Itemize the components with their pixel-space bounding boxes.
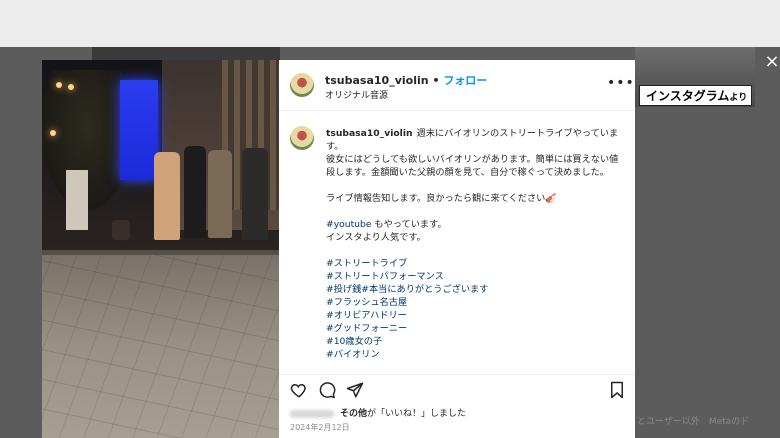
username-link[interactable]: tsubasa10_violin [325,74,429,87]
photo-violin-case [112,220,130,240]
post-panel: tsubasa10_violin • フォロー オリジナル音源 ••• tsub… [279,60,635,438]
post-actions [279,374,635,405]
background-page-fragment [92,47,280,61]
photo-street-lamp [50,130,56,136]
hashtag-link[interactable]: #グッドフォーニー [326,322,626,335]
hashtag-link[interactable]: #ストリートライブ [326,257,626,270]
hashtag-link[interactable]: #投げ銭#本当にありがとうございます [326,283,626,296]
top-bar [0,0,780,47]
photo-blue-sign [120,80,158,180]
hashtag-link[interactable]: #オリビアハドリー [326,309,626,322]
blurred-username [290,409,334,418]
avatar[interactable] [290,73,314,97]
caption-line: インスタより人気です。 [326,232,426,243]
post-date: 2024年2月12日 [290,423,350,432]
audio-label[interactable]: オリジナル音源 [325,88,388,101]
post-caption-area: tsubasa10_violin 週末にバイオリンのストリートライブやっています。… [279,111,635,374]
post-caption: tsubasa10_violin 週末にバイオリンのストリートライブやっています。… [326,127,626,361]
photo-bystander [184,146,206,238]
comment-icon[interactable] [318,381,336,399]
photo-pavement [42,255,279,438]
photo-street-lamp [68,84,74,90]
post-author: tsubasa10_violin • フォロー [325,72,487,88]
caption-line: もやっています。 [374,219,447,230]
caption-line: 彼女にはどうしても欲しいバイオリンがあります。簡単には買えない値段します。金額聞… [326,154,619,178]
avatar[interactable] [290,126,314,150]
hashtag-link[interactable]: #バイオリン [326,348,626,361]
source-badge-suffix: より [729,93,748,103]
caption-username[interactable]: tsubasa10_violin [326,128,413,139]
photo-bystander [242,148,268,240]
hashtag-link[interactable]: #フラッシュ名古屋 [326,296,626,309]
photo-bystander [208,150,232,238]
likes-summary: その他が「いいね！」しました [290,406,466,419]
caption-line: ライブ情報告知します。良かったら観に来てください🎻 [326,193,557,204]
hashtag-link[interactable]: #10歳女の子 [326,335,626,348]
close-icon[interactable]: × [764,53,780,71]
source-badge-label: インスタグラム [646,89,730,103]
separator-dot: • [432,74,440,87]
post-header: tsubasa10_violin • フォロー オリジナル音源 ••• [279,60,635,111]
source-badge: インスタグラムより [639,85,752,106]
heart-icon[interactable] [290,381,308,399]
photo-violinist [154,152,180,240]
follow-button[interactable]: フォロー [443,74,487,87]
post-photo [42,60,279,438]
likes-text: が「いいね！」しました [367,409,467,419]
send-icon[interactable] [346,381,364,399]
likes-others[interactable]: その他 [340,409,367,419]
hashtag-link[interactable]: #ストリートパフォーマンス [326,270,626,283]
more-horizontal-icon[interactable]: ••• [607,75,635,91]
bookmark-icon[interactable] [608,381,626,399]
hashtag-link[interactable]: #youtube [326,219,372,230]
photo-street-lamp [56,82,62,88]
photo-signboard [66,170,88,230]
background-footer-text: ドとユーザー以外 Metaのド [628,417,750,427]
